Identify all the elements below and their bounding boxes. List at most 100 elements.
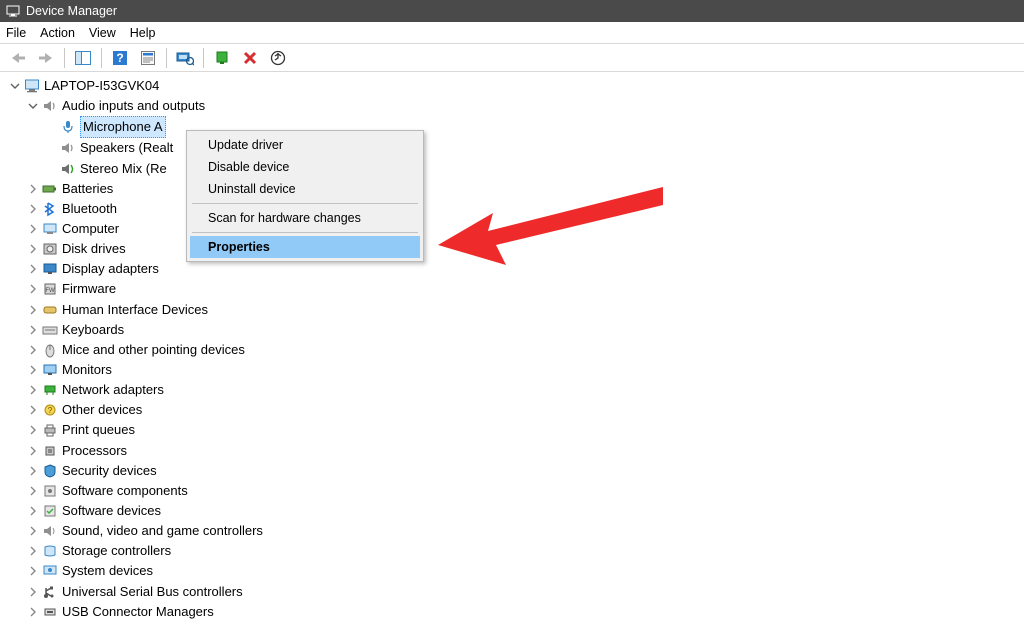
bluetooth-icon [42, 201, 58, 217]
ctx-properties[interactable]: Properties [190, 236, 420, 258]
ctx-scan-hardware[interactable]: Scan for hardware changes [190, 207, 420, 229]
chevron-right-icon[interactable] [26, 202, 40, 216]
chevron-right-icon[interactable] [26, 262, 40, 276]
nav-back-button[interactable] [6, 47, 30, 69]
tree-category-audio[interactable]: Audio inputs and outputs [6, 96, 1024, 116]
tree-category[interactable]: Display adapters [6, 259, 1024, 279]
chevron-right-icon[interactable] [26, 564, 40, 578]
toolbar-separator [101, 48, 102, 68]
chevron-right-icon[interactable] [26, 423, 40, 437]
monitor-icon [42, 362, 58, 378]
tree-item-speakers[interactable]: ▸ Speakers (Realt [6, 138, 1024, 158]
tree-item-label: Stereo Mix (Re [80, 159, 167, 179]
tree-category[interactable]: Security devices [6, 461, 1024, 481]
enable-device-button[interactable] [210, 47, 234, 69]
storage-icon [42, 543, 58, 559]
tree-category-label: Software components [62, 481, 188, 501]
tree-category[interactable]: Network adapters [6, 380, 1024, 400]
chevron-right-icon[interactable] [26, 363, 40, 377]
tree-category[interactable]: Computer [6, 219, 1024, 239]
tree-category[interactable]: Storage controllers [6, 541, 1024, 561]
chevron-right-icon[interactable] [26, 504, 40, 518]
mouse-icon [42, 342, 58, 358]
tree-category[interactable]: Sound, video and game controllers [6, 521, 1024, 541]
menubar: File Action View Help [0, 22, 1024, 44]
display-icon [42, 261, 58, 277]
tree-category-label: Mice and other pointing devices [62, 340, 245, 360]
keyboard-icon [42, 322, 58, 338]
app-icon [6, 4, 20, 18]
tree-category-label: Batteries [62, 179, 113, 199]
tree-root-label: LAPTOP-I53GVK04 [44, 76, 159, 96]
chevron-right-icon[interactable] [26, 585, 40, 599]
ctx-uninstall-device[interactable]: Uninstall device [190, 178, 420, 200]
tree-category[interactable]: Batteries [6, 179, 1024, 199]
chevron-right-icon[interactable] [26, 605, 40, 619]
security-icon [42, 463, 58, 479]
chevron-right-icon[interactable] [26, 403, 40, 417]
tree-category[interactable]: Software components [6, 481, 1024, 501]
tree-category[interactable]: Universal Serial Bus controllers [6, 582, 1024, 602]
tree-category[interactable]: Processors [6, 441, 1024, 461]
title-bar: Device Manager [0, 0, 1024, 22]
tree-category[interactable]: Disk drives [6, 239, 1024, 259]
chevron-right-icon[interactable] [26, 282, 40, 296]
tree-category-label: Display adapters [62, 259, 159, 279]
tree-category[interactable]: FWFirmware [6, 279, 1024, 299]
show-hide-tree-button[interactable] [71, 47, 95, 69]
help-button[interactable]: ? [108, 47, 132, 69]
tree-category-label: Other devices [62, 400, 142, 420]
device-tree[interactable]: LAPTOP-I53GVK04 Audio inputs and outputs… [0, 72, 1024, 622]
chevron-right-icon[interactable] [26, 464, 40, 478]
tree-category[interactable]: Human Interface Devices [6, 300, 1024, 320]
chevron-right-icon[interactable] [26, 323, 40, 337]
chevron-right-icon[interactable] [26, 524, 40, 538]
properties-toolbar-button[interactable] [136, 47, 160, 69]
menu-file[interactable]: File [6, 26, 26, 40]
tree-item-microphone[interactable]: ▸ Microphone A [6, 116, 1024, 138]
network-icon [42, 382, 58, 398]
tree-category[interactable]: Keyboards [6, 320, 1024, 340]
menu-action[interactable]: Action [40, 26, 75, 40]
tree-category[interactable]: System devices [6, 561, 1024, 581]
usb-connector-icon [42, 604, 58, 620]
chevron-right-icon[interactable] [26, 343, 40, 357]
chevron-right-icon[interactable] [26, 544, 40, 558]
chevron-right-icon[interactable] [26, 444, 40, 458]
menu-help[interactable]: Help [130, 26, 156, 40]
uninstall-device-button[interactable] [238, 47, 262, 69]
tree-category-label: Monitors [62, 360, 112, 380]
chevron-right-icon[interactable] [26, 383, 40, 397]
chevron-right-icon[interactable] [26, 182, 40, 196]
chevron-right-icon[interactable] [26, 242, 40, 256]
ctx-disable-device[interactable]: Disable device [190, 156, 420, 178]
battery-icon [42, 181, 58, 197]
chevron-down-icon[interactable] [26, 99, 40, 113]
computer-icon [42, 221, 58, 237]
chevron-right-icon[interactable] [26, 484, 40, 498]
update-driver-button[interactable] [266, 47, 290, 69]
tree-category[interactable]: USB Connector Managers [6, 602, 1024, 622]
tree-category[interactable]: Mice and other pointing devices [6, 340, 1024, 360]
speaker-icon [42, 98, 58, 114]
tree-item-stereo-mix[interactable]: ▸ Stereo Mix (Re [6, 159, 1024, 179]
chevron-right-icon[interactable] [26, 222, 40, 236]
scan-hardware-button[interactable] [173, 47, 197, 69]
tree-category[interactable]: Monitors [6, 360, 1024, 380]
tree-category[interactable]: Bluetooth [6, 199, 1024, 219]
chevron-right-icon[interactable] [26, 303, 40, 317]
svg-text:?: ? [48, 406, 53, 415]
tree-category-label: Keyboards [62, 320, 124, 340]
tree-category[interactable]: Software devices [6, 501, 1024, 521]
tree-root[interactable]: LAPTOP-I53GVK04 [6, 76, 1024, 96]
printer-icon [42, 422, 58, 438]
sound-icon [42, 523, 58, 539]
menu-view[interactable]: View [89, 26, 116, 40]
chevron-down-icon[interactable] [8, 79, 22, 93]
tree-category[interactable]: ? Other devices [6, 400, 1024, 420]
toolbar-separator [166, 48, 167, 68]
nav-forward-button[interactable] [34, 47, 58, 69]
toolbar-separator [203, 48, 204, 68]
tree-category[interactable]: Print queues [6, 420, 1024, 440]
ctx-update-driver[interactable]: Update driver [190, 134, 420, 156]
